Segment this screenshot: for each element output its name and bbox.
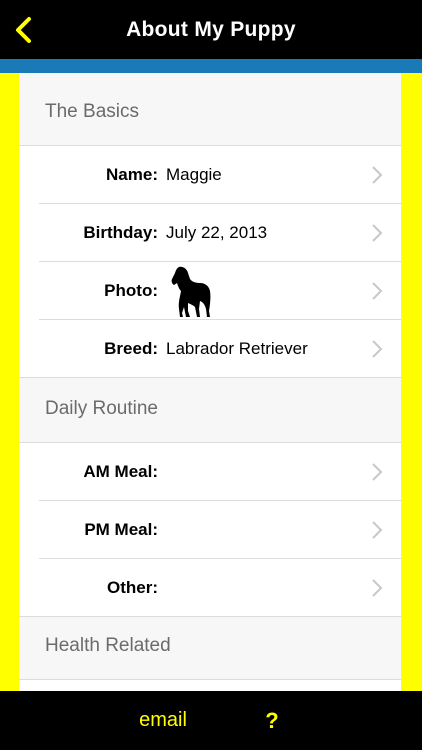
chevron-left-icon	[16, 17, 31, 43]
chevron-right-icon	[372, 224, 383, 242]
row-value: Maggie	[166, 165, 222, 184]
row-photo[interactable]: Photo:	[19, 262, 401, 320]
back-button[interactable]	[6, 12, 40, 48]
section-title: Health Related	[45, 635, 171, 656]
chevron-right-icon	[372, 282, 383, 300]
dog-silhouette-icon	[171, 266, 211, 317]
row-breed[interactable]: Breed: Labrador Retriever	[19, 320, 401, 378]
row-label: Photo:	[104, 281, 158, 300]
chevron-right-icon	[372, 340, 383, 358]
row-label: PM Meal:	[84, 520, 158, 539]
chevron-right-icon	[372, 521, 383, 539]
accent-bar	[0, 59, 422, 73]
section-title: Daily Routine	[45, 398, 158, 419]
row-label: Other:	[107, 578, 158, 597]
section-header-health: Health Related	[19, 617, 401, 680]
page-title: About My Puppy	[126, 18, 296, 41]
row-health-partial[interactable]	[19, 680, 401, 691]
row-pm-meal[interactable]: PM Meal:	[19, 501, 401, 559]
nav-bar: About My Puppy	[0, 0, 422, 59]
chevron-right-icon	[372, 166, 383, 184]
section-title: The Basics	[45, 101, 139, 122]
row-label: Birthday:	[83, 223, 158, 242]
row-value: Labrador Retriever	[166, 339, 308, 358]
row-value: July 22, 2013	[166, 223, 268, 242]
bottom-toolbar: email ?	[0, 691, 422, 750]
row-label: AM Meal:	[83, 462, 158, 481]
row-other[interactable]: Other:	[19, 559, 401, 617]
section-header-routine: Daily Routine	[19, 378, 401, 443]
row-label: Name:	[106, 165, 158, 184]
help-button[interactable]: ?	[258, 691, 286, 750]
row-label: Breed:	[104, 339, 158, 358]
section-header-basics: The Basics	[19, 73, 401, 146]
row-name[interactable]: Name: Maggie	[19, 146, 401, 204]
email-button[interactable]: email	[113, 691, 213, 750]
chevron-right-icon	[372, 463, 383, 481]
row-birthday[interactable]: Birthday: July 22, 2013	[19, 204, 401, 262]
settings-list[interactable]: The Basics Name: Maggie Birthday: July 2…	[19, 73, 401, 691]
row-am-meal[interactable]: AM Meal:	[19, 443, 401, 501]
chevron-right-icon	[372, 579, 383, 597]
